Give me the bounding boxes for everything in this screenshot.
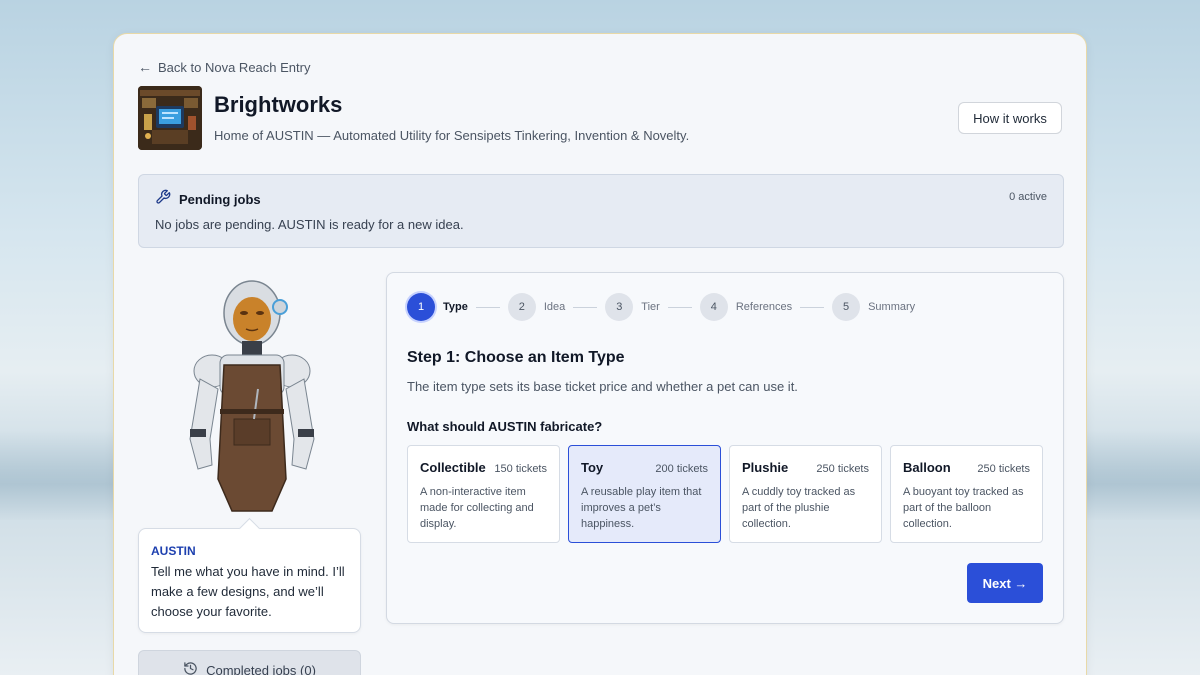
main-card: ← Back to Nova Reach Entry Brightworks H… <box>113 33 1087 675</box>
step-connector <box>573 306 598 308</box>
option-plushie[interactable]: Plushie 250 tickets A cuddly toy tracked… <box>729 445 882 543</box>
completed-jobs-label: Completed jobs (0) <box>206 662 316 675</box>
option-price: 250 tickets <box>977 463 1030 475</box>
option-name: Plushie <box>742 460 789 475</box>
option-price: 150 tickets <box>494 463 547 475</box>
step-tier[interactable]: 3 Tier <box>605 293 660 321</box>
option-description: A cuddly toy tracked as part of the plus… <box>742 486 856 530</box>
step-number: 4 <box>699 293 728 321</box>
step-label: References <box>735 301 793 313</box>
option-price: 250 tickets <box>816 463 869 475</box>
step-number: 2 <box>507 293 536 321</box>
step-label: Summary <box>868 301 916 313</box>
back-link[interactable]: ← Back to Nova Reach Entry <box>138 59 310 75</box>
option-collectible[interactable]: Collectible 150 tickets A non-interactiv… <box>407 445 560 543</box>
completed-jobs-button[interactable]: Completed jobs (0) <box>138 650 361 675</box>
option-toy[interactable]: Toy 200 tickets A reusable play item tha… <box>568 445 721 543</box>
wrench-icon <box>155 189 171 210</box>
option-balloon[interactable]: Balloon 250 tickets A buoyant toy tracke… <box>890 445 1043 543</box>
option-name: Collectible <box>420 460 486 475</box>
step-label: Type <box>443 301 468 313</box>
step-number: 1 <box>407 293 435 321</box>
step-label: Tier <box>641 301 660 313</box>
item-wizard: 1 Type 2 Idea 3 Tier 4 References 5 Summ… <box>386 272 1064 624</box>
wizard-title: Step 1: Choose an Item Type <box>407 349 625 366</box>
wizard-question: What should AUSTIN fabricate? <box>407 419 603 434</box>
wizard-stepper: 1 Type 2 Idea 3 Tier 4 References 5 Summ… <box>407 293 915 321</box>
option-description: A buoyant toy tracked as part of the bal… <box>903 486 1024 530</box>
history-icon <box>183 661 198 675</box>
assistant-message: Tell me what you have in mind. I’ll make… <box>151 564 345 619</box>
how-it-works-button[interactable]: How it works <box>958 102 1062 134</box>
option-description: A reusable play item that improves a pet… <box>581 486 702 530</box>
step-type[interactable]: 1 Type <box>407 293 468 321</box>
step-summary[interactable]: 5 Summary <box>832 293 915 321</box>
pending-jobs-count: 0 active <box>1009 191 1047 203</box>
step-idea[interactable]: 2 Idea <box>507 293 566 321</box>
arrow-left-icon: ← <box>138 59 152 75</box>
option-price: 200 tickets <box>655 463 708 475</box>
shop-thumbnail <box>138 86 202 150</box>
step-number: 3 <box>605 293 634 321</box>
option-name: Toy <box>581 460 604 475</box>
pending-jobs-title: Pending jobs <box>179 192 261 207</box>
pending-jobs-panel: Pending jobs 0 active No jobs are pendin… <box>138 174 1064 248</box>
step-number: 5 <box>832 293 861 321</box>
page-title: Brightworks <box>214 92 343 117</box>
assistant-name: AUSTIN <box>151 544 196 558</box>
option-name: Balloon <box>903 460 951 475</box>
step-label: Idea <box>543 301 566 313</box>
austin-robot-illustration <box>172 279 332 514</box>
item-type-options: Collectible 150 tickets A non-interactiv… <box>407 445 1043 543</box>
back-link-label: Back to Nova Reach Entry <box>158 59 311 75</box>
assistant-speech-bubble: AUSTIN Tell me what you have in mind. I’… <box>138 528 361 633</box>
pending-jobs-message: No jobs are pending. AUSTIN is ready for… <box>155 217 464 232</box>
step-connector <box>800 306 825 308</box>
step-connector <box>475 306 500 308</box>
next-button[interactable]: Next → <box>967 563 1043 603</box>
wizard-subtitle: The item type sets its base ticket price… <box>407 379 798 394</box>
step-connector <box>667 306 692 308</box>
step-references[interactable]: 4 References <box>699 293 793 321</box>
option-description: A non-interactive item made for collecti… <box>420 486 534 530</box>
page-subtitle: Home of AUSTIN — Automated Utility for S… <box>214 128 690 143</box>
